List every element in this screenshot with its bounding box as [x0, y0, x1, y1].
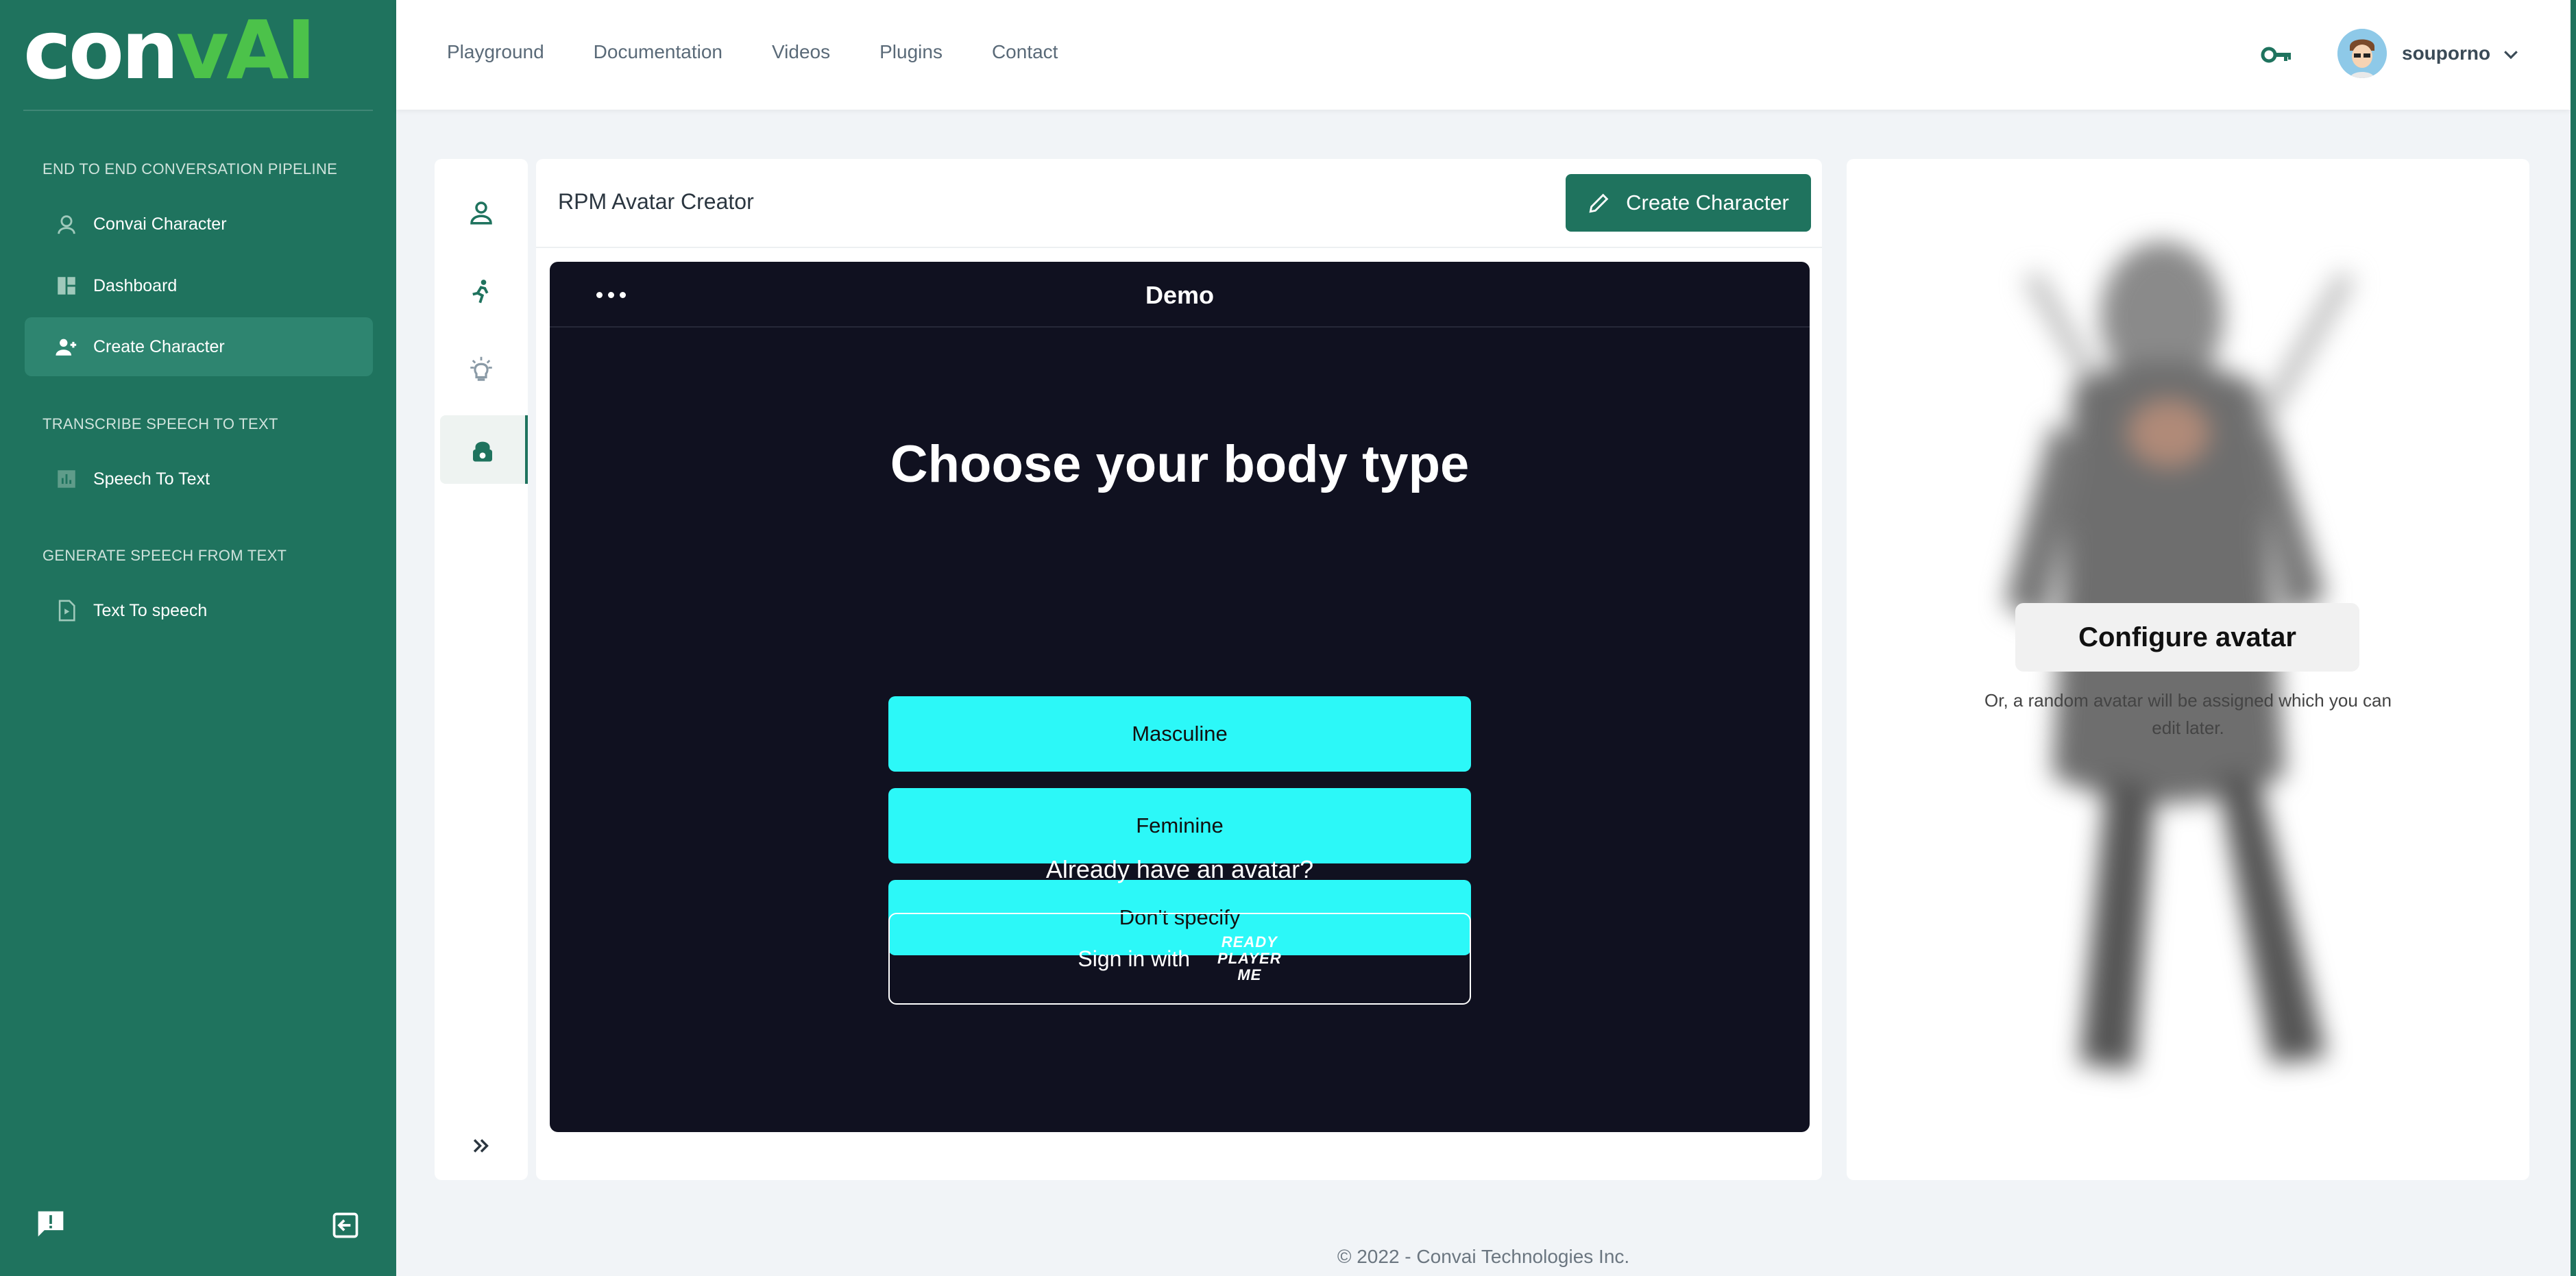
rail-ideas-button[interactable] [440, 336, 522, 404]
sidebar: convAI END TO END CONVERSATION PIPELINE … [0, 0, 396, 1276]
sidebar-item-text-to-speech[interactable]: Text To speech [25, 581, 373, 640]
rail-motion-button[interactable] [440, 258, 522, 326]
nav-link-contact[interactable]: Contact [992, 41, 1058, 63]
create-character-button[interactable]: Create Character [1566, 174, 1811, 232]
configure-avatar-button[interactable]: Configure avatar [2015, 603, 2359, 672]
rail-profile-button[interactable] [440, 178, 522, 247]
sidebar-item-convai-character[interactable]: Convai Character [25, 195, 373, 254]
add-user-icon [55, 335, 78, 358]
configure-avatar-note: Or, a random avatar will be assigned whi… [1984, 690, 2392, 738]
username[interactable]: souporno [2402, 42, 2490, 64]
sign-in-rpm-button[interactable]: Sign in with READY PLAYER ME [888, 913, 1471, 1005]
avatar-preview-panel: Configure avatar Or, a random avatar wil… [1847, 159, 2529, 1180]
character-icon [55, 212, 78, 236]
feedback-icon[interactable] [36, 1209, 66, 1239]
frame-header: Demo [550, 262, 1810, 328]
sign-in-label: Sign in with [1078, 946, 1191, 971]
scrollbar[interactable] [2571, 0, 2576, 1276]
dashboard-icon [55, 274, 78, 297]
sidebar-item-dashboard[interactable]: Dashboard [25, 256, 373, 315]
rpm-frame: Demo Choose your body type Masculine Fem… [550, 262, 1810, 1132]
rail-avatar-button[interactable] [440, 415, 528, 484]
masculine-button[interactable]: Masculine [888, 696, 1471, 772]
feminine-button[interactable]: Feminine [888, 788, 1471, 863]
sidebar-item-speech-to-text[interactable]: Speech To Text [25, 450, 373, 508]
section-title-pipeline: END TO END CONVERSATION PIPELINE [42, 160, 338, 177]
sidebar-item-label: Dashboard [93, 275, 178, 295]
body-type-heading: Choose your body type [890, 435, 1470, 493]
tool-rail [435, 159, 528, 1180]
nav-link-documentation[interactable]: Documentation [594, 41, 722, 63]
person-icon [470, 201, 492, 225]
key-icon[interactable] [2261, 41, 2294, 69]
avatar[interactable] [2337, 29, 2387, 78]
lightbulb-icon [470, 356, 492, 381]
sidebar-item-label: Text To speech [93, 600, 208, 620]
logout-icon[interactable] [330, 1210, 361, 1240]
already-have-avatar-text: Already have an avatar? [1045, 855, 1314, 883]
section-title-transcribe: TRANSCRIBE SPEECH TO TEXT [42, 415, 278, 432]
frame-title: Demo [1145, 281, 1215, 309]
panel-title: RPM Avatar Creator [558, 189, 754, 214]
convai-logo[interactable]: convAI [23, 10, 316, 90]
sidebar-item-label: Create Character [93, 336, 225, 356]
chevron-down-icon[interactable] [2501, 44, 2521, 64]
avatar-icon [473, 441, 492, 462]
double-chevron-right-icon [473, 1139, 489, 1153]
divider [23, 110, 373, 111]
chart-icon [55, 467, 78, 491]
sidebar-item-label: Speech To Text [93, 469, 210, 489]
ready-player-me-logo: READY PLAYER ME [1217, 933, 1282, 983]
sidebar-item-label: Convai Character [93, 214, 227, 234]
avatar-creator-panel: RPM Avatar Creator Create Character Demo… [536, 159, 1822, 1180]
file-play-icon [55, 599, 78, 622]
running-icon [472, 280, 489, 304]
nav-link-videos[interactable]: Videos [772, 41, 830, 63]
create-character-label: Create Character [1626, 191, 1789, 214]
top-header: Playground Documentation Videos Plugins … [396, 0, 2571, 110]
nav-link-plugins[interactable]: Plugins [879, 41, 943, 63]
section-title-generate: GENERATE SPEECH FROM TEXT [42, 547, 287, 564]
nav-link-playground[interactable]: Playground [447, 41, 544, 63]
divider [536, 247, 1822, 248]
sidebar-item-create-character[interactable]: Create Character [25, 317, 373, 376]
top-nav: Playground Documentation Videos Plugins … [447, 41, 1058, 63]
pencil-icon [1589, 193, 1609, 213]
expand-rail-button[interactable] [435, 1118, 528, 1173]
footer-copyright: © 2022 - Convai Technologies Inc. [1337, 1246, 1630, 1267]
